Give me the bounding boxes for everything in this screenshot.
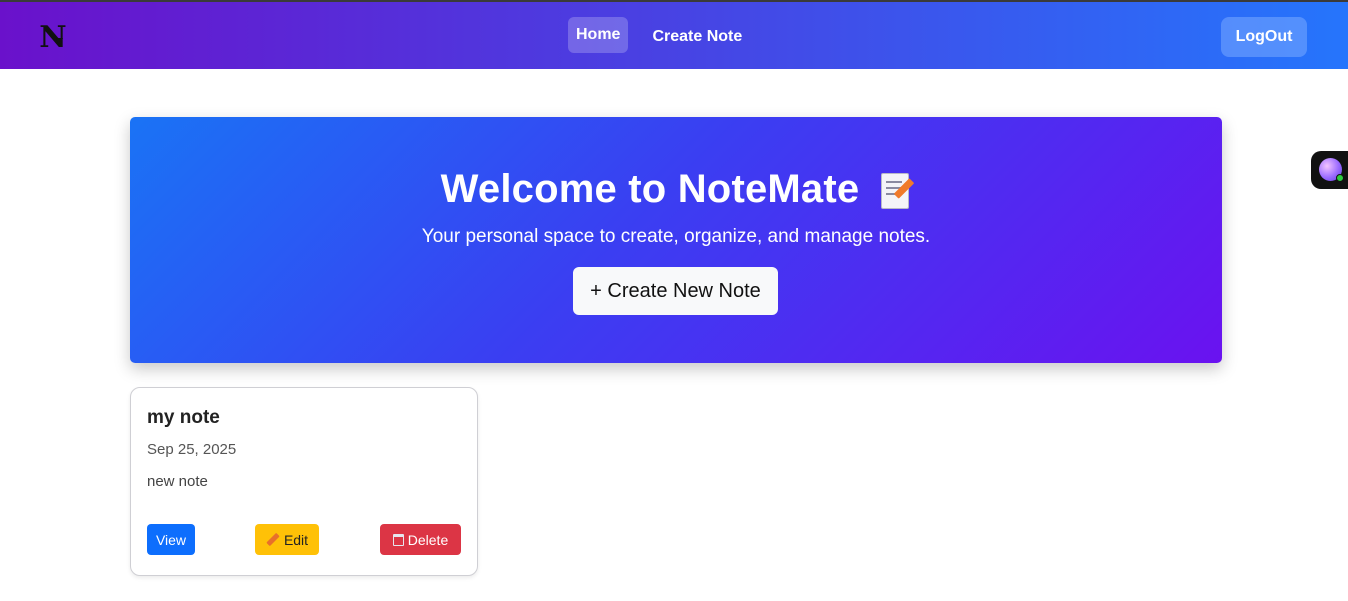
hero-title-text: Welcome to NoteMate	[440, 167, 860, 211]
delete-note-button[interactable]: Delete	[380, 524, 461, 555]
notemate-logo[interactable]: N	[36, 19, 70, 55]
hero-subtitle: Your personal space to create, organize,…	[421, 226, 931, 247]
hero-title: Welcome to NoteMate	[130, 167, 1222, 212]
top-navbar: N Home Create Note LogOut	[0, 0, 1348, 69]
logout-button[interactable]: LogOut	[1221, 17, 1307, 57]
view-label: View	[155, 531, 187, 548]
logo-letter: N	[39, 19, 67, 55]
note-title: my note	[147, 407, 220, 428]
trash-icon	[392, 533, 404, 546]
assistant-widget-button[interactable]	[1311, 151, 1348, 189]
edit-note-button[interactable]: Edit	[255, 524, 319, 555]
memo-icon	[881, 171, 915, 209]
note-date: Sep 25, 2025	[147, 441, 237, 458]
note-card: my note Sep 25, 2025 new note View Edit …	[130, 387, 478, 576]
online-status-icon	[1336, 174, 1344, 182]
nav-create-note-link[interactable]: Create Note	[644, 17, 750, 57]
pencil-icon	[266, 532, 280, 547]
nav-home-link[interactable]: Home	[568, 17, 629, 53]
edit-label: Edit	[283, 531, 309, 548]
view-note-button[interactable]: View	[147, 524, 195, 555]
nav-links: Home Create Note	[568, 17, 750, 57]
welcome-banner: Welcome to NoteMate Your personal space …	[130, 117, 1222, 363]
note-content: new note	[147, 473, 208, 490]
create-new-note-button[interactable]: + Create New Note	[573, 267, 778, 315]
delete-label: Delete	[407, 531, 449, 548]
